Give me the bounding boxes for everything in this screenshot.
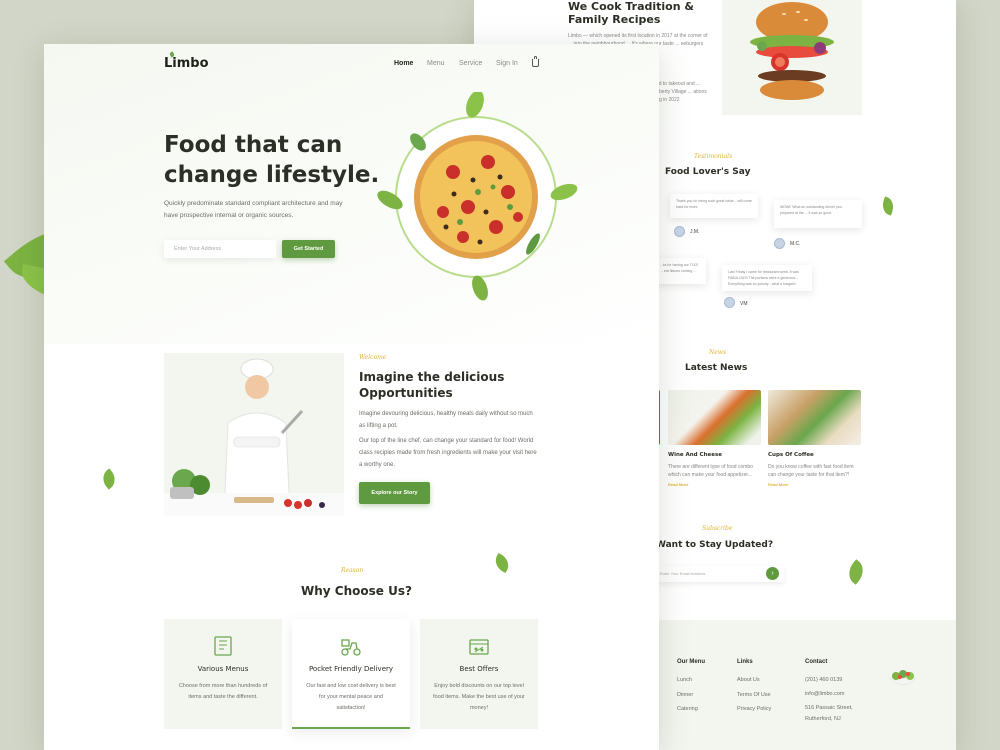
avatar [724,297,735,308]
reviewer-name: VM [740,301,748,307]
leaf-decoration [98,468,120,490]
news-image-wine-cheese [668,390,761,445]
news-item-title[interactable]: Cups Of Coffee [768,452,814,458]
feature-card-title: Best Offers [459,665,499,673]
leaf-decoration [491,552,513,574]
tradition-title: We Cook Tradition & Family Recipes [568,0,694,26]
footer-menu-title: Our Menu [677,659,705,665]
offer-tag-icon [469,639,489,655]
feature-card-text: Our fast and low cost delivery is best f… [306,683,396,711]
footer-phone: (201) 460 0139 [805,677,843,683]
leaf-decoration [879,196,897,216]
reason-title: Why Choose Us? [301,584,412,598]
review-card: Last Friday I came for restaurant week. … [722,265,812,291]
welcome-tag: Welcome [359,354,387,361]
footer-link-privacy[interactable]: Privacy Policy [737,706,771,712]
footer-email[interactable]: info@limbo.com [805,691,845,697]
footer-links-title: Links [737,659,753,665]
read-more-link[interactable]: Read More [668,482,688,487]
subscribe-title: Want to Stay Updated? [656,540,774,550]
nav-menu[interactable]: Menu [427,60,445,67]
burger-image [722,0,862,115]
welcome-paragraph-1: Imagine devouring delicious, healthy mea… [359,411,533,429]
front-page: Limbo Home Menu Service Sign In Food tha… [44,44,659,750]
feature-card-text: Choose from more than hundreds of items … [178,683,268,700]
footer-address-line1: 516 Passaic Street, [805,705,853,711]
address-input[interactable]: Enter Your Address [164,240,276,258]
subscribe-button[interactable]: › [766,567,779,580]
salad-bowl-image [886,668,920,688]
reviewer-name: J.M. [690,229,700,235]
cart-icon[interactable] [532,56,539,67]
footer-address-line2: Rutherford, NJ [805,716,841,722]
hero-subtitle: Quickly predominate standard compliant a… [164,200,343,219]
feature-card-text: Enjoy bold discounts on our top level fo… [433,683,525,711]
review-card: WOW!! What an outstanding dinner you pre… [774,200,862,228]
feature-card: Pocket Friendly Delivery Our fast and lo… [292,619,410,729]
feature-card: Best Offers Enjoy bold discounts on our … [420,619,538,729]
menu-book-icon [214,636,232,656]
nav-sign-in[interactable]: Sign In [496,60,518,67]
feature-card: Various Menus Choose from more than hund… [164,619,282,729]
avatar [674,226,685,237]
welcome-paragraph-2: Our top of the line chef, can change you… [359,438,537,468]
nav-home[interactable]: Home [394,60,413,67]
testimonials-tag: Testimonials [694,153,733,160]
get-started-button[interactable]: Get Started [282,240,335,258]
review-card: ...ks for having our TOO! ... eat flavor… [654,258,706,284]
testimonials-title: Food Lover's Say [665,167,751,177]
welcome-title: Imagine the delicious Opportunities [359,370,505,400]
footer-link-dinner[interactable]: Dinner [677,692,693,698]
chef-image [164,353,344,516]
footer-contact-title: Contact [805,659,828,665]
news-item-text: Do you know coffee with fast food item c… [768,464,854,478]
news-title: Latest News [685,363,748,373]
subscribe-email-input[interactable]: Enter Your Email Address [654,566,784,582]
news-item-text: There are different type of food combo w… [668,464,753,478]
nav-service[interactable]: Service [459,60,482,67]
footer-link-terms[interactable]: Terms Of Use [737,692,771,698]
news-tag: News [709,349,727,356]
feature-card-title: Pocket Friendly Delivery [308,665,394,673]
news-item-title[interactable]: Wine And Cheese [668,452,722,458]
arrow-right-icon: › [771,570,774,577]
avatar [774,238,785,249]
pizza-image [368,90,583,302]
footer-link-catering[interactable]: Catering [677,706,698,712]
hero-title: Food that can change lifestyle. [164,132,380,188]
footer-link-lunch[interactable]: Lunch [677,677,692,683]
read-more-link[interactable]: Read More [768,482,788,487]
delivery-scooter-icon [341,639,361,656]
reason-tag: Reason [341,567,364,574]
reviewer-name: M.C. [790,241,801,247]
footer-link-about[interactable]: About Us [737,677,760,683]
news-image-coffee [768,390,861,445]
feature-card-title: Various Menus [197,665,249,673]
explore-story-button[interactable]: Explore our Story [359,482,430,504]
subscribe-tag: Subscribe [702,525,733,532]
review-card: Thank you for being such great value... … [670,194,758,218]
leaf-decoration [843,559,869,585]
brand-logo[interactable]: Limbo [164,51,209,71]
